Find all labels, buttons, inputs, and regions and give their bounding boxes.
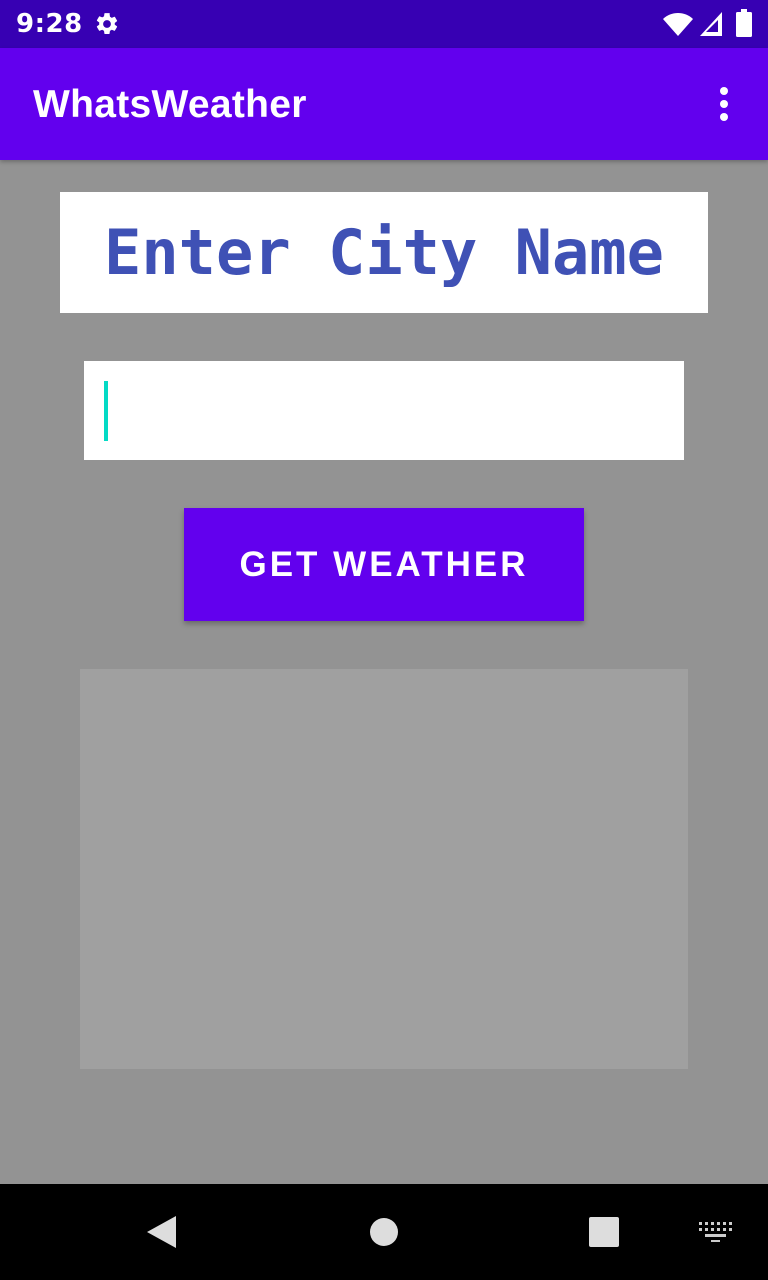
get-weather-button[interactable]: GET WEATHER <box>184 508 584 621</box>
app-bar: WhatsWeather <box>0 48 768 160</box>
signal-icon <box>700 12 722 36</box>
app-title: WhatsWeather <box>33 83 307 126</box>
back-icon[interactable] <box>144 1214 178 1250</box>
heading-box: Enter City Name <box>60 192 708 313</box>
status-bar: 9:28 <box>0 0 768 48</box>
overflow-menu-icon[interactable] <box>712 84 736 124</box>
wifi-icon <box>663 13 693 36</box>
weather-result-panel <box>80 669 688 1069</box>
gear-icon <box>96 13 118 34</box>
city-name-input[interactable] <box>84 361 684 460</box>
battery-icon <box>736 9 752 37</box>
keyboard-icon[interactable] <box>698 1221 732 1243</box>
text-cursor <box>104 381 108 441</box>
home-icon[interactable] <box>368 1216 400 1248</box>
phone-screen: 9:28 WhatsWeather Enter City Name GET WE… <box>0 0 768 1280</box>
status-time: 9:28 <box>16 9 83 39</box>
city-input-container[interactable] <box>84 361 684 460</box>
page-heading: Enter City Name <box>104 215 664 289</box>
recents-icon[interactable] <box>588 1216 620 1248</box>
